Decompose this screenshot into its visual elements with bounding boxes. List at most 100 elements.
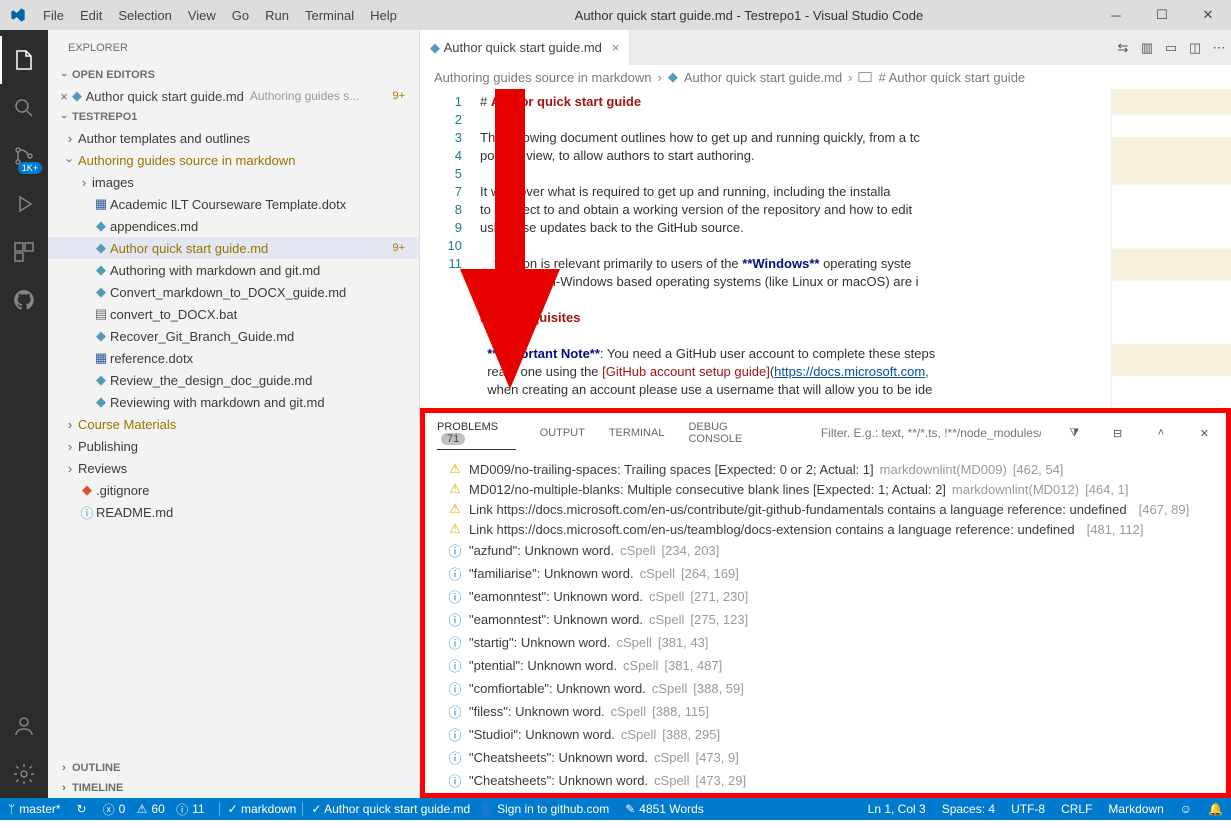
minimap[interactable] xyxy=(1111,89,1231,408)
status-signin[interactable]: 👤Sign in to github.com xyxy=(470,798,617,820)
problem-row[interactable]: ⓘ"ptential": Unknown word. cSpell [381, … xyxy=(447,654,1222,677)
panel-tab-problems[interactable]: PROBLEMS71 xyxy=(437,417,516,450)
problem-row[interactable]: ⚠MD009/no-trailing-spaces: Trailing spac… xyxy=(447,459,1222,479)
status-encoding[interactable]: UTF-8 xyxy=(1003,798,1053,820)
menu-terminal[interactable]: Terminal xyxy=(297,0,362,30)
code-area[interactable]: # Author quick start guide The following… xyxy=(480,89,1111,408)
compare-icon[interactable]: ⇆ xyxy=(1111,30,1135,65)
tree-file[interactable]: ▤convert_to_DOCX.bat xyxy=(48,303,419,325)
outline-section[interactable]: ›OUTLINE xyxy=(48,758,419,778)
problem-row[interactable]: ⓘ"eamonntest": Unknown word. cSpell [271… xyxy=(447,585,1222,608)
tree-folder[interactable]: ›Authoring guides source in markdown xyxy=(48,149,419,171)
panel-close-icon[interactable]: ✕ xyxy=(1195,427,1214,440)
status-mode[interactable]: Markdown xyxy=(1100,798,1171,820)
preview-side-icon[interactable]: ▥ xyxy=(1135,30,1159,65)
activity-explorer[interactable] xyxy=(0,36,48,84)
problem-row[interactable]: ⚠Link https://docs.microsoft.com/en-us/t… xyxy=(447,519,1222,539)
problems-filter-input[interactable] xyxy=(821,426,1041,440)
tree-file[interactable]: ▦reference.dotx xyxy=(48,347,419,369)
problem-row[interactable]: ⚠Link https://docs.microsoft.com/en-us/c… xyxy=(447,499,1222,519)
tab-close-icon[interactable]: × xyxy=(612,40,620,55)
close-editor-icon[interactable]: × xyxy=(56,89,72,104)
status-errors[interactable]: ⓧ0 ⚠60 ⓘ11 xyxy=(95,798,213,820)
activity-accounts[interactable] xyxy=(0,702,48,750)
activity-debug[interactable] xyxy=(0,180,48,228)
problem-row[interactable]: ⓘ"filess": Unknown word. cSpell [388, 11… xyxy=(447,700,1222,723)
tree-folder[interactable]: ›Reviews xyxy=(48,457,419,479)
timeline-section[interactable]: ›TIMELINE xyxy=(48,778,419,798)
warning-icon: ⚠ xyxy=(447,481,463,497)
collapse-icon[interactable]: ⊟ xyxy=(1108,427,1127,440)
menu-edit[interactable]: Edit xyxy=(72,0,110,30)
status-bell[interactable]: 🔔 xyxy=(1200,798,1231,820)
tree-folder[interactable]: ›Course Materials xyxy=(48,413,419,435)
problem-row[interactable]: ⚠MD012/no-multiple-blanks: Multiple cons… xyxy=(447,479,1222,499)
split-icon[interactable]: ◫ xyxy=(1183,30,1207,65)
problems-list[interactable]: ⚠MD009/no-trailing-spaces: Trailing spac… xyxy=(425,453,1226,793)
info-icon: ⓘ xyxy=(447,679,463,698)
problem-row[interactable]: ⓘ"familiarise": Unknown word. cSpell [26… xyxy=(447,562,1222,585)
status-wordcount[interactable]: ✎4851 Words xyxy=(617,798,712,820)
breadcrumb[interactable]: Authoring guides source in markdown ◆Aut… xyxy=(420,65,1231,89)
open-editor[interactable]: ×◆ Author quick start guide.mdAuthoring … xyxy=(48,85,419,107)
problem-row[interactable]: ⓘ"startig": Unknown word. cSpell [381, 4… xyxy=(447,631,1222,654)
window-title: Author quick start guide.md - Testrepo1 … xyxy=(405,8,1093,23)
minimize-button[interactable]: ─ xyxy=(1093,0,1139,30)
tree-file[interactable]: ◆Convert_markdown_to_DOCX_guide.md xyxy=(48,281,419,303)
status-branch[interactable]: ᛘmaster* xyxy=(0,798,69,820)
maximize-button[interactable]: ☐ xyxy=(1139,0,1185,30)
info-icon: ⓘ xyxy=(447,702,463,721)
info-icon: ⓘ xyxy=(447,771,463,790)
repo-section[interactable]: ›TESTREPO1 xyxy=(48,107,419,127)
panel-tab-output[interactable]: OUTPUT xyxy=(540,423,585,443)
preview-icon[interactable]: ▭ xyxy=(1159,30,1183,65)
activity-extensions[interactable] xyxy=(0,228,48,276)
tree-folder[interactable]: ›Publishing xyxy=(48,435,419,457)
panel-tab-debug[interactable]: DEBUG CONSOLE xyxy=(688,417,772,449)
open-editors-section[interactable]: ›OPEN EDITORS xyxy=(48,65,419,85)
activity-github[interactable] xyxy=(0,276,48,324)
tree-file[interactable]: ◆appendices.md xyxy=(48,215,419,237)
panel-up-icon[interactable]: ˄ xyxy=(1151,427,1170,439)
sidebar: EXPLORER ›OPEN EDITORS ×◆ Author quick s… xyxy=(48,30,420,798)
filter-icon[interactable]: ⧩ xyxy=(1065,427,1084,440)
info-icon: ⓘ xyxy=(447,587,463,606)
tree-file[interactable]: ◆.gitignore xyxy=(48,479,419,501)
menu-help[interactable]: Help xyxy=(362,0,405,30)
problem-row[interactable]: ⓘ"azfund": Unknown word. cSpell [234, 20… xyxy=(447,539,1222,562)
problem-row[interactable]: ⓘ"comfiortable": Unknown word. cSpell [3… xyxy=(447,677,1222,700)
menu-run[interactable]: Run xyxy=(257,0,297,30)
tree-file[interactable]: ◆Authoring with markdown and git.md xyxy=(48,259,419,281)
status-sync[interactable]: ↻ xyxy=(69,798,95,820)
problem-row[interactable]: ⓘ"Cheatsheets": Unknown word. cSpell [47… xyxy=(447,769,1222,792)
panel-tab-terminal[interactable]: TERMINAL xyxy=(609,423,665,443)
tree-file[interactable]: ◆Recover_Git_Branch_Guide.md xyxy=(48,325,419,347)
status-eol[interactable]: CRLF xyxy=(1053,798,1100,820)
tree-folder[interactable]: ›Author templates and outlines xyxy=(48,127,419,149)
tree-file[interactable]: ◆Author quick start guide.md9+ xyxy=(48,237,419,259)
tree-file[interactable]: ◆Review_the_design_doc_guide.md xyxy=(48,369,419,391)
status-checks[interactable]: ✓ markdown✓ Author quick start guide.md xyxy=(219,802,471,816)
editor-tab[interactable]: ◆ Author quick start guide.md × xyxy=(420,30,630,65)
more-icon[interactable]: ⋯ xyxy=(1207,30,1231,65)
activity-search[interactable] xyxy=(0,84,48,132)
status-feedback[interactable]: ☺ xyxy=(1172,798,1200,820)
titlebar: FileEditSelectionViewGoRunTerminalHelp A… xyxy=(0,0,1231,30)
tree-file[interactable]: ◆Reviewing with markdown and git.md xyxy=(48,391,419,413)
activity-settings[interactable] xyxy=(0,750,48,798)
problem-row[interactable]: ⓘ"Studioi": Unknown word. cSpell [388, 2… xyxy=(447,723,1222,746)
problem-row[interactable]: ⓘ"eamonntest": Unknown word. cSpell [275… xyxy=(447,608,1222,631)
status-cursor[interactable]: Ln 1, Col 3 xyxy=(860,798,934,820)
activity-scm[interactable]: 1K+ xyxy=(0,132,48,180)
menu-selection[interactable]: Selection xyxy=(110,0,179,30)
editor[interactable]: 123457891011 # Author quick start guide … xyxy=(420,89,1231,408)
status-spaces[interactable]: Spaces: 4 xyxy=(934,798,1003,820)
tree-file[interactable]: ⓘREADME.md xyxy=(48,501,419,523)
menu-view[interactable]: View xyxy=(180,0,224,30)
tree-file[interactable]: ▦Academic ILT Courseware Template.dotx xyxy=(48,193,419,215)
close-button[interactable]: ✕ xyxy=(1185,0,1231,30)
problem-row[interactable]: ⓘ"Cheatsheets": Unknown word. cSpell [47… xyxy=(447,746,1222,769)
tree-folder[interactable]: ›images xyxy=(48,171,419,193)
menu-file[interactable]: File xyxy=(35,0,72,30)
menu-go[interactable]: Go xyxy=(224,0,257,30)
